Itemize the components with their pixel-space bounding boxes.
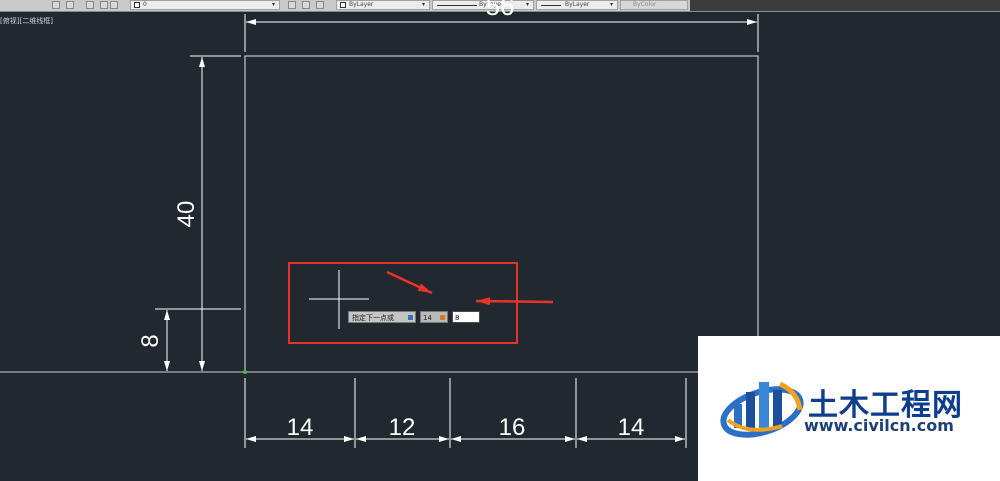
highlight-box	[288, 262, 518, 344]
annotation-arrow-2	[475, 297, 554, 306]
bottom-dimension-text-1: 14	[287, 414, 314, 441]
dynamic-input-angle-field[interactable]: 8	[452, 311, 480, 323]
dynamic-input-prompt-text: 指定下一点或	[352, 314, 394, 322]
logo-url: www.civilcn.com	[804, 416, 954, 435]
bottom-dimension-text-2: 12	[389, 414, 416, 441]
left-dimension-text-8: 8	[137, 334, 164, 347]
dynamic-input-prompt: 指定下一点或	[348, 311, 416, 323]
logo-mark-icon	[720, 381, 804, 438]
bottom-dimension-text-3: 16	[499, 414, 526, 441]
options-arrow-icon[interactable]	[408, 315, 413, 320]
dynamic-input-length-value: 14	[423, 314, 432, 322]
rectangle-outline[interactable]	[244, 55, 759, 373]
top-dimension-text: 56	[486, 0, 515, 21]
lock-icon	[440, 315, 445, 320]
dynamic-input-length-field[interactable]: 14	[420, 311, 448, 323]
dynamic-input-angle-value: 8	[455, 314, 460, 322]
start-point-marker	[243, 370, 247, 374]
watermark-logo: 土木工程网 www.civilcn.com	[698, 336, 1000, 481]
bottom-dimension-text-4: 14	[618, 414, 645, 441]
annotation-arrow-1	[386, 270, 433, 295]
left-dimension-text-40: 40	[173, 201, 200, 228]
